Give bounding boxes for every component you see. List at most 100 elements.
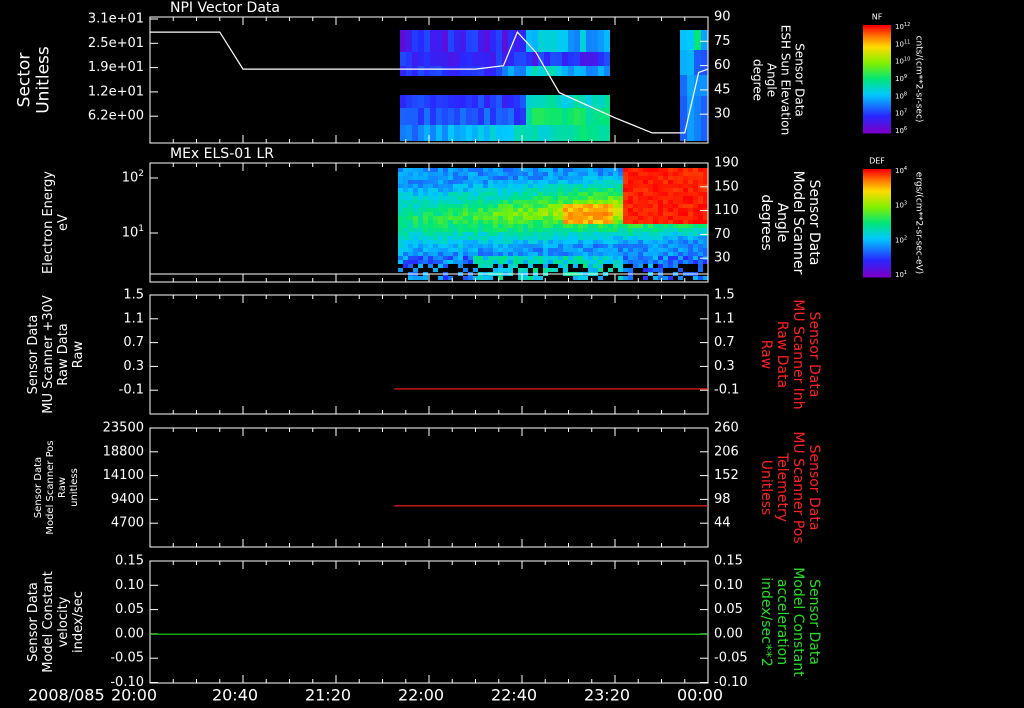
heatmap-cell — [438, 256, 443, 260]
heatmap-cell — [398, 212, 403, 216]
heatmap-cell — [433, 240, 438, 244]
heatmap-cell — [398, 196, 403, 200]
right-tick-label: 90 — [714, 10, 731, 25]
heatmap-cell — [583, 184, 588, 188]
heatmap-cell — [538, 228, 543, 232]
heatmap-cell — [488, 224, 493, 228]
heatmap-cell — [613, 192, 618, 196]
heatmap-cell — [453, 220, 458, 224]
heatmap-cell — [528, 204, 533, 208]
heatmap-cell — [633, 224, 638, 228]
heatmap-cell — [473, 268, 478, 272]
tick-exponent: 2 — [904, 235, 907, 241]
heatmap-cell — [698, 208, 703, 212]
heatmap-cell — [678, 244, 683, 248]
heatmap-cell — [568, 30, 574, 52]
heatmap-cell — [503, 208, 508, 212]
heatmap-cell — [454, 52, 460, 66]
heatmap-cell — [443, 220, 448, 224]
heatmap-cell — [403, 252, 408, 256]
heatmap-cell — [533, 204, 538, 208]
heatmap-cell — [493, 232, 498, 236]
heatmap-cell — [598, 188, 603, 192]
x-tick-label: 21:20 — [305, 686, 351, 705]
heatmap-cell — [548, 236, 553, 240]
heatmap-cell — [498, 252, 503, 256]
heatmap-cell — [463, 232, 468, 236]
heatmap-cell — [608, 192, 613, 196]
heatmap-cell — [593, 172, 598, 176]
heatmap-cell — [493, 244, 498, 248]
heatmap-cell — [668, 252, 673, 256]
heatmap-cell — [463, 212, 468, 216]
heatmap-cell — [588, 268, 593, 272]
heatmap-cell — [553, 248, 558, 252]
heatmap-cell — [683, 244, 688, 248]
heatmap-cell — [688, 212, 693, 216]
heatmap-cell — [423, 200, 428, 204]
heatmap-cell — [658, 240, 663, 244]
heatmap-cell — [573, 180, 578, 184]
heatmap-cell — [633, 260, 638, 264]
heatmap-cell — [503, 172, 508, 176]
heatmap-cell — [418, 200, 423, 204]
heatmap-cell — [498, 236, 503, 240]
heatmap-cell — [533, 184, 538, 188]
right-axis-label: Sensor Data — [806, 579, 822, 665]
heatmap-cell — [578, 172, 583, 176]
heatmap-cell — [698, 200, 703, 204]
heatmap-cell — [496, 30, 502, 52]
heatmap-cell — [543, 220, 548, 224]
heatmap-cell — [513, 240, 518, 244]
heatmap-cell — [613, 232, 618, 236]
heatmap-cell — [478, 216, 483, 220]
heatmap-cell — [604, 30, 610, 52]
heatmap-cell — [478, 256, 483, 260]
heatmap-cell — [668, 260, 673, 264]
heatmap-cell — [543, 168, 548, 172]
heatmap-cell — [633, 252, 638, 256]
heatmap-cell — [613, 256, 618, 260]
heatmap-cell — [558, 176, 563, 180]
heatmap-cell — [668, 188, 673, 192]
heatmap-cell — [553, 208, 558, 212]
heatmap-cell — [553, 228, 558, 232]
heatmap-cell — [538, 232, 543, 236]
heatmap-cell — [418, 172, 423, 176]
heatmap-cell — [478, 188, 483, 192]
heatmap-cell — [618, 236, 623, 240]
heatmap-cell — [403, 256, 408, 260]
heatmap-cell — [553, 212, 558, 216]
heatmap-cell — [523, 260, 528, 264]
heatmap-cell — [468, 184, 473, 188]
heatmap-cell — [673, 176, 678, 180]
heatmap-cell — [443, 256, 448, 260]
heatmap-cell — [538, 208, 543, 212]
heatmap-cell — [438, 216, 443, 220]
heatmap-cell — [556, 108, 562, 125]
heatmap-cell — [518, 212, 523, 216]
heatmap-cell — [532, 95, 538, 108]
heatmap-cell — [528, 180, 533, 184]
heatmap-cell — [528, 176, 533, 180]
heatmap-cell — [623, 204, 628, 208]
heatmap-cell — [693, 212, 698, 216]
heatmap-cell — [438, 240, 443, 244]
heatmap-cell — [498, 268, 503, 272]
heatmap-cell — [678, 188, 683, 192]
heatmap-cell — [408, 200, 413, 204]
heatmap-cell — [443, 212, 448, 216]
heatmap-cell — [533, 196, 538, 200]
heatmap-cell — [580, 52, 586, 66]
heatmap-cell — [668, 228, 673, 232]
heatmap-cell — [638, 192, 643, 196]
heatmap-cell — [588, 216, 593, 220]
left-axis-label: eV — [56, 214, 71, 231]
heatmap-cell — [473, 256, 478, 260]
heatmap-cell — [628, 240, 633, 244]
heatmap-cell — [598, 236, 603, 240]
heatmap-cell — [428, 228, 433, 232]
heatmap-cell — [618, 224, 623, 228]
heatmap-cell — [648, 180, 653, 184]
heatmap-cell — [603, 248, 608, 252]
